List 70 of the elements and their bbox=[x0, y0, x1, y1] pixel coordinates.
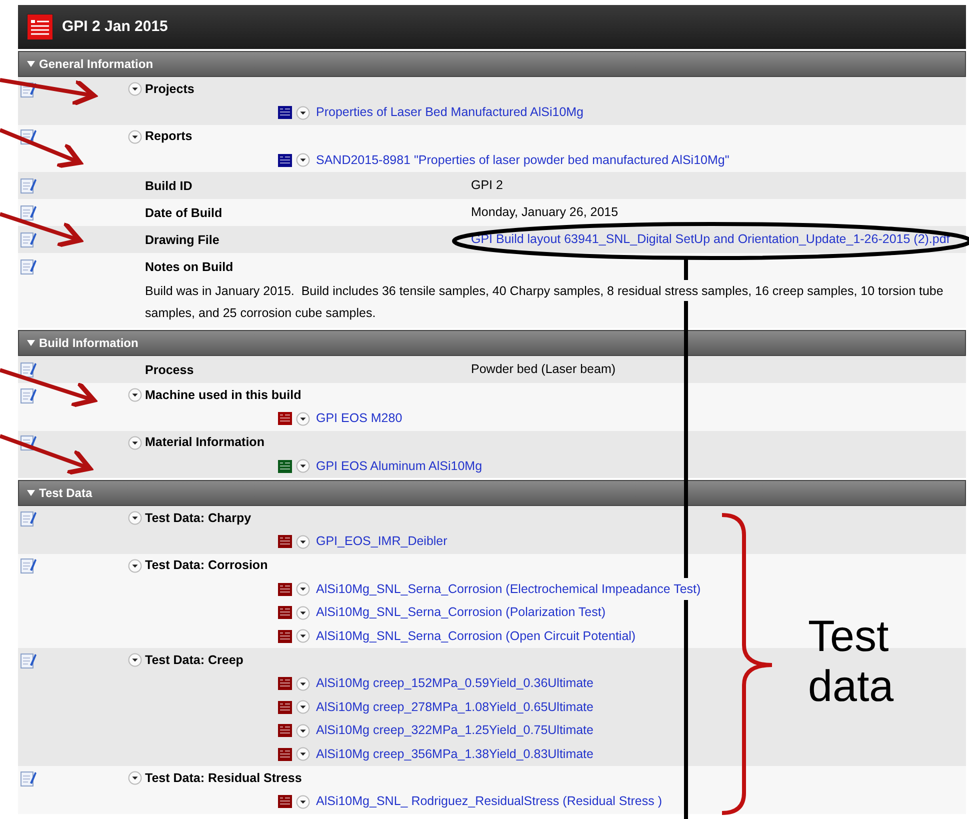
dropdown-toggle[interactable] bbox=[296, 153, 310, 168]
record-link[interactable]: GPI EOS M280 bbox=[316, 409, 402, 428]
section-title: Build Information bbox=[39, 335, 138, 352]
dropdown-toggle[interactable] bbox=[296, 724, 310, 738]
field-label: Test Data: Charpy bbox=[145, 510, 252, 527]
dropdown-toggle[interactable] bbox=[128, 436, 142, 450]
dropdown-toggle[interactable] bbox=[128, 82, 142, 96]
dropdown-toggle[interactable] bbox=[296, 700, 310, 714]
annotation-label: Test data bbox=[808, 612, 895, 712]
edit-icon[interactable] bbox=[20, 510, 37, 526]
dropdown-toggle[interactable] bbox=[128, 511, 142, 525]
field-label: Machine used in this build bbox=[145, 386, 302, 404]
record-link[interactable]: AlSi10Mg creep_356MPa_1.38Yield_0.83Ultimate bbox=[316, 744, 594, 764]
field-label: Notes on Build bbox=[145, 260, 234, 274]
dropdown-toggle[interactable] bbox=[296, 794, 310, 809]
edit-icon[interactable] bbox=[20, 557, 37, 574]
dropdown-toggle[interactable] bbox=[296, 412, 310, 426]
edit-icon[interactable] bbox=[20, 770, 37, 786]
field-label: Build ID bbox=[145, 178, 192, 192]
field-label: Reports bbox=[145, 128, 192, 146]
field-label: Process bbox=[145, 362, 194, 376]
field-label: Material Information bbox=[145, 434, 264, 452]
section-header[interactable]: Build Information bbox=[18, 330, 966, 356]
field-label: Test Data: Corrosion bbox=[145, 557, 268, 574]
record-link[interactable]: Properties of Laser Bed Manufactured AlSi10Mg bbox=[316, 103, 584, 122]
field-label: Test Data: Creep bbox=[145, 652, 244, 669]
record-icon bbox=[27, 14, 53, 40]
dropdown-toggle[interactable] bbox=[128, 653, 142, 667]
section-title: General Information bbox=[39, 56, 154, 73]
record-link[interactable]: AlSi10Mg_SNL_ Rodriguez_ResidualStress (Residual Stress ) bbox=[316, 792, 662, 812]
dropdown-toggle[interactable] bbox=[296, 606, 310, 620]
dropdown-toggle[interactable] bbox=[128, 771, 142, 785]
record-link[interactable]: AlSi10Mg creep_152MPa_0.59Yield_0.36Ultimate bbox=[316, 674, 594, 694]
section-header[interactable]: General Information bbox=[18, 51, 966, 77]
field-label: Date of Build bbox=[145, 206, 222, 220]
dropdown-toggle[interactable] bbox=[128, 130, 142, 144]
field-value: GPI 2 bbox=[471, 177, 503, 194]
record-link[interactable]: SAND2015-8981 "Properties of laser powder bed manufactured AlSi10Mg" bbox=[316, 150, 730, 170]
dropdown-toggle[interactable] bbox=[296, 459, 310, 474]
edit-icon[interactable] bbox=[20, 386, 37, 404]
edit-icon[interactable] bbox=[20, 177, 37, 194]
page-title: GPI 2 Jan 2015 bbox=[62, 16, 168, 37]
section-title: Test Data bbox=[39, 485, 92, 502]
record-link[interactable]: AlSi10Mg_SNL_Serna_Corrosion (Polarization Test) bbox=[316, 603, 606, 622]
record-link[interactable]: AlSi10Mg creep_278MPa_1.08Yield_0.65Ultimate bbox=[316, 698, 594, 717]
field-label: Drawing File bbox=[145, 232, 220, 246]
section-header[interactable]: Test Data bbox=[18, 480, 966, 506]
record-link[interactable]: GPI EOS Aluminum AlSi10Mg bbox=[316, 456, 482, 476]
dropdown-toggle[interactable] bbox=[296, 676, 310, 691]
record-link[interactable]: AlSi10Mg_SNL_Serna_Corrosion (Electrochemical Impeadance Test) bbox=[316, 580, 701, 599]
field-label: Test Data: Residual Stress bbox=[145, 770, 302, 787]
edit-icon[interactable] bbox=[20, 652, 37, 668]
edit-icon[interactable] bbox=[20, 361, 37, 378]
dropdown-toggle[interactable] bbox=[128, 388, 142, 402]
record-link[interactable]: AlSi10Mg creep_322MPa_1.25Yield_0.75Ultimate bbox=[316, 721, 594, 740]
dropdown-toggle[interactable] bbox=[296, 106, 310, 120]
dropdown-toggle[interactable] bbox=[296, 582, 310, 596]
field-value: Powder bed (Laser beam) bbox=[471, 361, 616, 378]
edit-icon[interactable] bbox=[20, 258, 37, 275]
record-link[interactable]: GPI_EOS_IMR_Deibler bbox=[316, 532, 448, 552]
field-label: Projects bbox=[145, 80, 194, 98]
dropdown-toggle[interactable] bbox=[128, 558, 142, 572]
dropdown-toggle[interactable] bbox=[296, 747, 310, 762]
dropdown-toggle[interactable] bbox=[296, 629, 310, 644]
notes-text: Build was in January 2015. Build includes 36 tensile samples, 40 Charpy samples, 8 residual stress samples, 16 creep samples, 10 torsion tube samples, and 25 corrosion cube samples. bbox=[144, 283, 944, 322]
record-link[interactable]: AlSi10Mg_SNL_Serna_Corrosion (Open Circuit Potential) bbox=[316, 626, 636, 646]
edit-icon[interactable] bbox=[20, 204, 37, 221]
field-value: Monday, January 26, 2015 bbox=[471, 204, 618, 222]
edit-icon[interactable] bbox=[20, 231, 37, 248]
dropdown-toggle[interactable] bbox=[296, 534, 310, 549]
